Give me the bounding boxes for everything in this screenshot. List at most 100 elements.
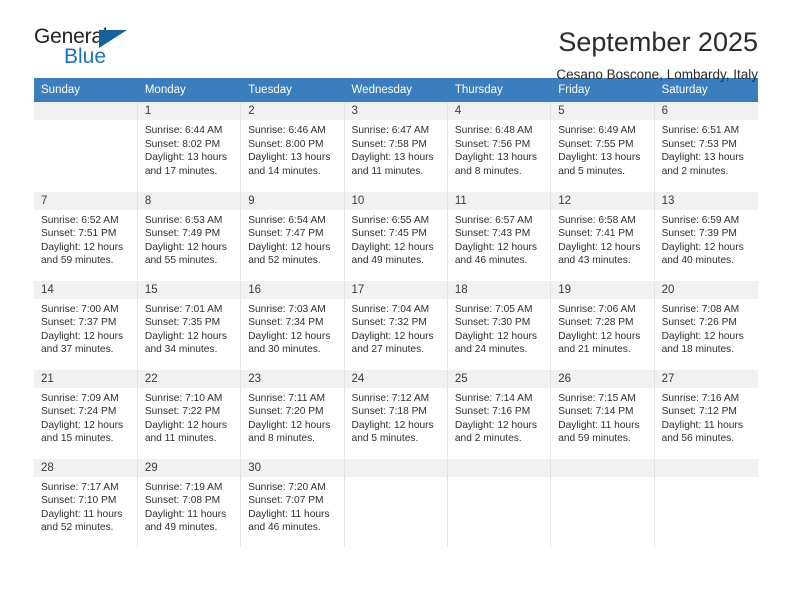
page-subtitle: Cesano Boscone, Lombardy, Italy <box>556 67 758 82</box>
sunrise-line: Sunrise: 6:58 AM <box>558 214 636 226</box>
day-number: 5 <box>551 102 654 120</box>
sunrise-line: Sunrise: 6:54 AM <box>248 214 326 226</box>
sunset-line: Sunset: 7:30 PM <box>454 317 531 329</box>
sunrise-sunset-calendar: Sunday Monday Tuesday Wednesday Thursday… <box>34 78 759 548</box>
calendar-day-cell[interactable]: 21 Sunrise: 7:09 AM Sunset: 7:24 PM Dayl… <box>34 368 138 459</box>
day-details: Sunrise: 6:46 AM Sunset: 8:00 PM Dayligh… <box>241 120 343 178</box>
day-details: Sunrise: 7:00 AM Sunset: 7:37 PM Dayligh… <box>34 299 137 357</box>
daylight-line-1: Daylight: 12 hours <box>454 419 537 431</box>
calendar-day-cell-empty <box>447 457 552 548</box>
sunrise-line: Sunrise: 7:00 AM <box>41 303 119 315</box>
day-details: Sunrise: 7:11 AM Sunset: 7:20 PM Dayligh… <box>241 388 343 446</box>
calendar-day-cell[interactable]: 4 Sunrise: 6:48 AM Sunset: 7:56 PM Dayli… <box>447 102 552 192</box>
daylight-line-2: and 30 minutes. <box>248 344 321 356</box>
sunrise-line: Sunrise: 7:10 AM <box>144 392 223 404</box>
calendar-day-cell[interactable]: 22 Sunrise: 7:10 AM Sunset: 7:22 PM Dayl… <box>137 368 242 459</box>
calendar-day-cell[interactable]: 29 Sunrise: 7:19 AM Sunset: 7:08 PM Dayl… <box>137 457 242 548</box>
day-number <box>34 102 137 120</box>
daylight-line-2: and 46 minutes. <box>248 522 321 534</box>
daylight-line-2: and 37 minutes. <box>41 344 114 356</box>
sunset-line: Sunset: 7:35 PM <box>144 317 221 329</box>
sunset-line: Sunset: 8:02 PM <box>144 138 221 150</box>
sunset-line: Sunset: 7:28 PM <box>558 317 634 329</box>
calendar-day-cell[interactable]: 26 Sunrise: 7:15 AM Sunset: 7:14 PM Dayl… <box>550 368 655 459</box>
calendar-day-cell[interactable]: 16 Sunrise: 7:03 AM Sunset: 7:34 PM Dayl… <box>240 279 345 370</box>
sunset-line: Sunset: 7:32 PM <box>351 317 427 329</box>
calendar-day-cell[interactable] <box>34 102 138 192</box>
calendar-day-cell[interactable]: 24 Sunrise: 7:12 AM Sunset: 7:18 PM Dayl… <box>344 368 448 459</box>
sunset-line: Sunset: 7:10 PM <box>41 495 117 507</box>
daylight-line-2: and 8 minutes. <box>248 433 316 445</box>
calendar-day-cell[interactable]: 6 Sunrise: 6:51 AM Sunset: 7:53 PM Dayli… <box>654 102 758 192</box>
sunrise-line: Sunrise: 7:11 AM <box>248 392 326 404</box>
calendar-day-cell[interactable]: 28 Sunrise: 7:17 AM Sunset: 7:10 PM Dayl… <box>34 457 138 548</box>
daylight-line-2: and 59 minutes. <box>41 255 114 267</box>
sunset-line: Sunset: 7:18 PM <box>351 406 427 418</box>
day-details: Sunrise: 7:16 AM Sunset: 7:12 PM Dayligh… <box>655 388 758 446</box>
sunrise-line: Sunrise: 6:47 AM <box>351 125 430 136</box>
title-block: September 2025 Cesano Boscone, Lombardy,… <box>556 26 758 86</box>
sunset-line: Sunset: 7:16 PM <box>454 406 531 418</box>
daylight-line-2: and 8 minutes. <box>454 165 522 177</box>
calendar-day-cell[interactable]: 5 Sunrise: 6:49 AM Sunset: 7:55 PM Dayli… <box>550 102 655 192</box>
calendar-day-cell[interactable]: 13 Sunrise: 6:59 AM Sunset: 7:39 PM Dayl… <box>654 190 758 281</box>
daylight-line-1: Daylight: 11 hours <box>41 508 123 520</box>
calendar-day-cell-empty <box>550 457 655 548</box>
daylight-line-1: Daylight: 13 hours <box>144 152 227 164</box>
calendar-day-cell[interactable]: 30 Sunrise: 7:20 AM Sunset: 7:07 PM Dayl… <box>240 457 345 548</box>
calendar-day-cell[interactable]: 11 Sunrise: 6:57 AM Sunset: 7:43 PM Dayl… <box>447 190 552 281</box>
day-number: 14 <box>34 280 137 299</box>
daylight-line-2: and 56 minutes. <box>661 433 735 445</box>
sunrise-line: Sunrise: 7:03 AM <box>248 303 326 315</box>
triangle-icon <box>99 30 127 48</box>
sunset-line: Sunset: 7:53 PM <box>661 138 737 150</box>
sunrise-line: Sunrise: 6:46 AM <box>248 125 326 136</box>
calendar-day-cell[interactable]: 20 Sunrise: 7:08 AM Sunset: 7:26 PM Dayl… <box>654 279 758 370</box>
calendar-day-cell[interactable]: 8 Sunrise: 6:53 AM Sunset: 7:49 PM Dayli… <box>137 190 242 281</box>
calendar-day-cell[interactable]: 2 Sunrise: 6:46 AM Sunset: 8:00 PM Dayli… <box>240 102 345 192</box>
calendar-day-cell[interactable]: 27 Sunrise: 7:16 AM Sunset: 7:12 PM Dayl… <box>654 368 758 459</box>
daylight-line-2: and 49 minutes. <box>351 255 425 267</box>
day-details: Sunrise: 7:06 AM Sunset: 7:28 PM Dayligh… <box>551 299 653 357</box>
page-title: September 2025 <box>558 27 758 57</box>
general-blue-logo[interactable]: General Blue <box>34 26 184 76</box>
day-number: 21 <box>34 369 137 388</box>
daylight-line-1: Daylight: 12 hours <box>248 330 331 342</box>
calendar-day-cell[interactable]: 15 Sunrise: 7:01 AM Sunset: 7:35 PM Dayl… <box>137 279 242 370</box>
day-details: Sunrise: 7:20 AM Sunset: 7:07 PM Dayligh… <box>241 477 343 535</box>
day-details <box>34 120 137 124</box>
calendar-day-cell[interactable]: 19 Sunrise: 7:06 AM Sunset: 7:28 PM Dayl… <box>550 279 655 370</box>
calendar-day-cell[interactable]: 14 Sunrise: 7:00 AM Sunset: 7:37 PM Dayl… <box>34 279 138 370</box>
sunrise-line: Sunrise: 7:16 AM <box>661 392 740 404</box>
daylight-line-1: Daylight: 12 hours <box>41 419 124 431</box>
day-number <box>447 458 551 477</box>
daylight-line-1: Daylight: 12 hours <box>351 330 434 342</box>
daylight-line-1: Daylight: 12 hours <box>454 241 537 253</box>
calendar-day-cell[interactable]: 10 Sunrise: 6:55 AM Sunset: 7:45 PM Dayl… <box>344 190 448 281</box>
day-number: 13 <box>654 191 758 210</box>
calendar-day-cell[interactable]: 3 Sunrise: 6:47 AM Sunset: 7:58 PM Dayli… <box>344 102 448 192</box>
sunset-line: Sunset: 7:37 PM <box>41 317 117 329</box>
calendar-day-cell[interactable]: 9 Sunrise: 6:54 AM Sunset: 7:47 PM Dayli… <box>240 190 345 281</box>
daylight-line-2: and 34 minutes. <box>144 344 218 356</box>
calendar-day-cell[interactable]: 25 Sunrise: 7:14 AM Sunset: 7:16 PM Dayl… <box>447 368 552 459</box>
calendar-day-cell[interactable]: 18 Sunrise: 7:05 AM Sunset: 7:30 PM Dayl… <box>447 279 552 370</box>
sunset-line: Sunset: 7:14 PM <box>558 406 634 418</box>
sunrise-line: Sunrise: 7:08 AM <box>661 303 740 315</box>
day-details: Sunrise: 7:04 AM Sunset: 7:32 PM Dayligh… <box>345 299 447 357</box>
calendar-day-cell[interactable]: 17 Sunrise: 7:04 AM Sunset: 7:32 PM Dayl… <box>344 279 448 370</box>
daylight-line-2: and 55 minutes. <box>144 255 218 267</box>
calendar-day-cell[interactable]: 23 Sunrise: 7:11 AM Sunset: 7:20 PM Dayl… <box>240 368 345 459</box>
calendar-day-cell[interactable]: 1 Sunrise: 6:44 AM Sunset: 8:02 PM Dayli… <box>137 102 242 192</box>
daylight-line-1: Daylight: 13 hours <box>454 152 537 164</box>
daylight-line-2: and 59 minutes. <box>558 433 631 445</box>
daylight-line-1: Daylight: 12 hours <box>144 330 227 342</box>
sunrise-line: Sunrise: 7:15 AM <box>558 392 636 404</box>
daylight-line-2: and 2 minutes. <box>661 165 729 177</box>
daylight-line-1: Daylight: 13 hours <box>351 152 434 164</box>
sunrise-line: Sunrise: 7:05 AM <box>454 303 533 315</box>
day-number: 24 <box>344 369 447 388</box>
calendar-day-cell[interactable]: 7 Sunrise: 6:52 AM Sunset: 7:51 PM Dayli… <box>34 190 138 281</box>
day-details: Sunrise: 7:05 AM Sunset: 7:30 PM Dayligh… <box>448 299 550 357</box>
calendar-day-cell[interactable]: 12 Sunrise: 6:58 AM Sunset: 7:41 PM Dayl… <box>550 190 655 281</box>
